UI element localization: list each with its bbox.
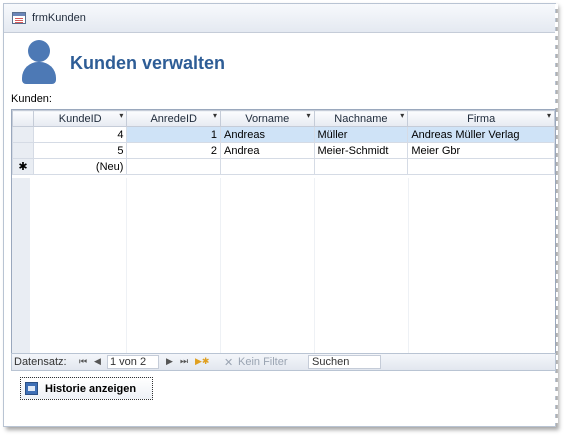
row-selector[interactable] bbox=[12, 126, 34, 143]
record-navigation-bar: Datensatz: ⏮ ◀ 1 von 2 ▶ ⏭ ▶✱ ✕ Kein Fil… bbox=[11, 353, 556, 371]
person-icon bbox=[22, 40, 56, 84]
cell-nachname[interactable]: Müller bbox=[313, 126, 409, 143]
dropdown-arrow-icon[interactable]: ▾ bbox=[547, 112, 551, 121]
record-label: Datensatz: bbox=[14, 356, 67, 368]
page-title: Kunden verwalten bbox=[70, 53, 226, 73]
subform-label: Kunden: bbox=[11, 93, 52, 105]
dropdown-arrow-icon[interactable]: ▾ bbox=[400, 112, 404, 121]
form-icon bbox=[12, 12, 26, 24]
new-record-marker: ✱ bbox=[12, 158, 34, 175]
cell-kundeid[interactable]: 5 bbox=[32, 142, 128, 159]
cell-kundeid[interactable]: 4 bbox=[32, 126, 128, 143]
search-input[interactable]: Suchen bbox=[308, 355, 381, 369]
next-record-icon[interactable]: ▶ bbox=[166, 356, 173, 367]
dropdown-arrow-icon[interactable]: ▾ bbox=[119, 112, 123, 121]
cell-vorname[interactable]: Andrea bbox=[219, 142, 315, 159]
datasheet-empty-area bbox=[12, 178, 555, 353]
cell-anredeid-new[interactable] bbox=[126, 158, 221, 175]
select-all-corner[interactable] bbox=[12, 110, 34, 127]
column-header-nachname[interactable]: Nachname ▾ bbox=[313, 110, 409, 127]
previous-record-icon[interactable]: ◀ bbox=[94, 356, 101, 367]
first-record-icon[interactable]: ⏮ bbox=[79, 356, 87, 367]
column-header-firma[interactable]: Firma ▾ bbox=[407, 110, 555, 127]
cell-nachname[interactable]: Meier-Schmidt bbox=[313, 142, 409, 159]
row-selector[interactable] bbox=[12, 142, 34, 159]
column-header-vorname[interactable]: Vorname ▾ bbox=[219, 110, 315, 127]
cell-firma[interactable]: Andreas Müller Verlag bbox=[407, 126, 555, 143]
history-button[interactable]: Historie anzeigen bbox=[20, 377, 153, 400]
window-title: frmKunden bbox=[32, 12, 86, 24]
cell-firma-new[interactable] bbox=[407, 158, 555, 175]
title-bar: frmKunden bbox=[4, 4, 555, 33]
filter-status[interactable]: Kein Filter bbox=[238, 356, 288, 368]
new-record-row[interactable]: ✱ (Neu) bbox=[12, 158, 555, 175]
column-header-kundeid[interactable]: KundeID ▾ bbox=[32, 110, 128, 127]
dropdown-arrow-icon[interactable]: ▾ bbox=[213, 112, 217, 121]
record-position-input[interactable]: 1 von 2 bbox=[107, 355, 159, 369]
history-icon bbox=[25, 382, 38, 395]
cell-vorname[interactable]: Andreas bbox=[219, 126, 315, 143]
history-button-label: Historie anzeigen bbox=[45, 383, 137, 395]
kunden-datasheet[interactable]: KundeID ▾ AnredeID ▾ Vorname ▾ Nachname ▾ Fi… bbox=[11, 109, 556, 354]
new-record-icon[interactable]: ▶✱ bbox=[195, 356, 209, 367]
form-window: frmKunden Kunden verwalten Kunden: Kunde… bbox=[3, 3, 558, 427]
column-header-anredeid[interactable]: AnredeID ▾ bbox=[126, 110, 221, 127]
cell-kundeid-new[interactable]: (Neu) bbox=[32, 158, 128, 175]
cell-vorname-new[interactable] bbox=[219, 158, 315, 175]
table-row[interactable]: 4 1 Andreas Müller Andreas Müller Verlag bbox=[12, 126, 555, 143]
form-header: Kunden verwalten bbox=[4, 33, 555, 93]
cell-nachname-new[interactable] bbox=[313, 158, 409, 175]
table-row[interactable]: 5 2 Andrea Meier-Schmidt Meier Gbr bbox=[12, 142, 555, 159]
cell-firma[interactable]: Meier Gbr bbox=[407, 142, 555, 159]
cell-anredeid[interactable]: 2 bbox=[126, 142, 221, 159]
filter-icon[interactable]: ✕ bbox=[224, 356, 233, 369]
dropdown-arrow-icon[interactable]: ▾ bbox=[306, 112, 310, 121]
cell-anredeid[interactable]: 1 bbox=[126, 126, 221, 143]
last-record-icon[interactable]: ⏭ bbox=[180, 356, 188, 367]
